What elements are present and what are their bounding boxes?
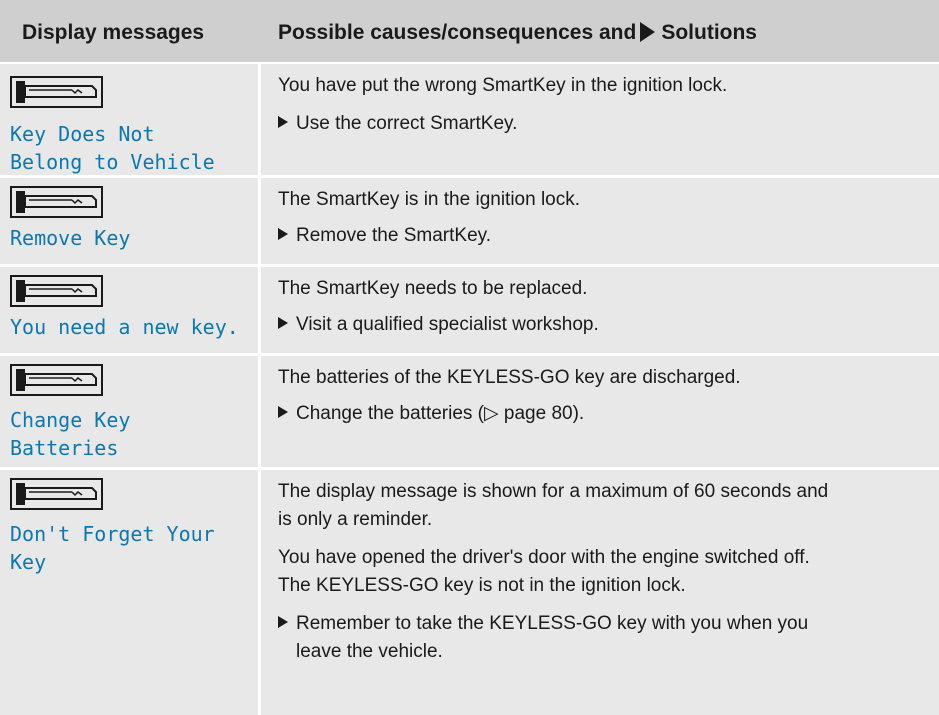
solution-label: Visit a qualified specialist workshop. [296, 314, 599, 335]
cause-line: The display message is shown for a maxim… [278, 481, 829, 502]
solution-text: Change the batteries (▷ page 80). [278, 400, 928, 428]
message-text: Change Key Batteries [10, 408, 131, 460]
message-text: Remove Key [10, 226, 131, 250]
header-causes-solutions: Possible causes/consequences and Solution… [278, 21, 757, 45]
solution-label-cont: leave the vehicle. [296, 641, 443, 662]
table-row: Key Does Not Belong to Vehicle You have … [0, 64, 939, 178]
key-icon [10, 186, 103, 218]
key-icon [10, 478, 103, 510]
solution-text: Remember to take the KEYLESS-GO key with… [278, 610, 928, 666]
key-icon [10, 364, 103, 396]
bullet-icon [278, 406, 288, 418]
bullet-icon [278, 317, 288, 329]
table-header: Display messages Possible causes/consequ… [0, 0, 939, 62]
cause-text-1: The display message is shown for a maxim… [278, 478, 918, 534]
cause-text: The SmartKey needs to be replaced. [278, 278, 588, 299]
solution-label: Remove the SmartKey. [296, 225, 492, 246]
table-row: You need a new key. The SmartKey needs t… [0, 267, 939, 356]
header-display-messages: Display messages [22, 21, 205, 44]
cause-line: is only a reminder. [278, 509, 433, 530]
message-text: You need a new key. [10, 315, 239, 339]
cause-text: The SmartKey is in the ignition lock. [278, 189, 581, 210]
solution-text: Use the correct SmartKey. [278, 110, 928, 138]
table-row: Remove Key The SmartKey is in the igniti… [0, 178, 939, 267]
page-ref-icon: ▷ [484, 403, 499, 424]
table-row: Don't Forget Your Key The display messag… [0, 470, 939, 715]
cause-line: You have opened the driver's door with t… [278, 547, 810, 568]
bullet-icon [278, 116, 288, 128]
key-icon [10, 275, 103, 307]
bullet-icon [278, 228, 288, 240]
cause-text-2: You have opened the driver's door with t… [278, 544, 918, 600]
solution-label: Remember to take the KEYLESS-GO key with… [296, 613, 809, 634]
message-text: Don't Forget Your Key [10, 522, 215, 574]
solution-page-ref: page 80). [498, 403, 585, 424]
cause-line: The KEYLESS-GO key is not in the ignitio… [278, 575, 686, 596]
solution-text: Remove the SmartKey. [278, 222, 928, 250]
solution-label: Use the correct SmartKey. [296, 113, 518, 134]
cause-text: You have put the wrong SmartKey in the i… [278, 75, 728, 96]
message-text: Key Does Not Belong to Vehicle [10, 122, 215, 174]
bullet-icon [278, 616, 288, 628]
header-solutions-label: Solutions [661, 21, 757, 44]
solution-text: Visit a qualified specialist workshop. [278, 311, 928, 339]
header-causes-label: Possible causes/consequences and [278, 21, 637, 44]
solutions-arrow-icon [640, 22, 656, 42]
key-icon [10, 76, 103, 108]
cause-text: The batteries of the KEYLESS-GO key are … [278, 367, 741, 388]
table-row: Change Key Batteries The batteries of th… [0, 356, 939, 470]
solution-label: Change the batteries ( [296, 403, 485, 424]
